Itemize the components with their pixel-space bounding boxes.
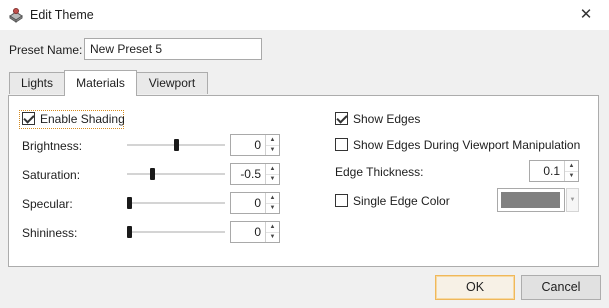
- specular-value: 0: [254, 196, 261, 210]
- edge-color-fill: [501, 192, 560, 208]
- saturation-slider-thumb[interactable]: [150, 168, 156, 180]
- specular-slider[interactable]: [127, 202, 225, 204]
- preset-name-label: Preset Name:: [9, 43, 83, 57]
- shininess-slider-thumb[interactable]: [127, 226, 132, 238]
- brightness-slider-thumb[interactable]: [173, 139, 179, 151]
- ok-button[interactable]: OK: [435, 275, 515, 300]
- theme-app-icon: [9, 8, 23, 23]
- specular-spinner[interactable]: 0 ▲ ▼: [230, 192, 280, 214]
- shininess-spinner[interactable]: 0 ▲ ▼: [230, 221, 280, 243]
- spin-down-icon[interactable]: ▼: [266, 232, 279, 242]
- edge-thickness-label: Edge Thickness:: [335, 165, 424, 179]
- enable-shading-checkbox[interactable]: [22, 112, 35, 125]
- saturation-spinner[interactable]: -0.5 ▲ ▼: [230, 163, 280, 185]
- close-button[interactable]: ✕: [563, 0, 609, 30]
- shininess-value: 0: [254, 225, 261, 239]
- close-icon: ✕: [579, 6, 593, 23]
- shininess-slider[interactable]: [127, 231, 225, 233]
- show-edges-manipulation-checkbox[interactable]: [335, 138, 348, 151]
- brightness-label: Brightness:: [22, 139, 83, 153]
- single-edge-color-label: Single Edge Color: [353, 194, 450, 208]
- spin-down-icon[interactable]: ▼: [565, 171, 578, 181]
- show-edges-checkbox[interactable]: [335, 112, 348, 125]
- tab-lights[interactable]: Lights: [9, 72, 65, 94]
- tab-lights-label: Lights: [20, 76, 54, 90]
- specular-label: Specular:: [22, 197, 73, 211]
- tab-viewport[interactable]: Viewport: [136, 72, 208, 94]
- cancel-button[interactable]: Cancel: [521, 275, 601, 300]
- tab-viewport-label: Viewport: [148, 76, 196, 90]
- color-dropdown-button[interactable]: ▼: [566, 188, 579, 212]
- edge-color-picker[interactable]: [497, 188, 565, 212]
- saturation-value: -0.5: [240, 167, 261, 181]
- show-edges-manipulation-label: Show Edges During Viewport Manipulation: [353, 138, 581, 152]
- brightness-value: 0: [254, 138, 261, 152]
- shininess-label: Shininess:: [22, 226, 78, 240]
- preset-name-input[interactable]: New Preset 5: [84, 38, 262, 60]
- title-bar: Edit Theme ✕: [0, 0, 609, 30]
- spin-down-icon[interactable]: ▼: [266, 174, 279, 184]
- single-edge-color-checkbox[interactable]: [335, 194, 348, 207]
- edge-thickness-spinner[interactable]: 0.1 ▲ ▼: [529, 160, 579, 182]
- tab-materials[interactable]: Materials: [64, 70, 137, 96]
- show-edges-label: Show Edges: [353, 112, 421, 126]
- window-title: Edit Theme: [30, 8, 94, 22]
- edge-thickness-value: 0.1: [543, 164, 560, 178]
- spin-down-icon[interactable]: ▼: [266, 145, 279, 155]
- enable-shading-label: Enable Shading: [40, 112, 125, 126]
- tab-materials-label: Materials: [76, 76, 125, 90]
- chevron-down-icon: ▼: [569, 197, 576, 203]
- saturation-slider[interactable]: [127, 173, 225, 175]
- specular-slider-thumb[interactable]: [127, 197, 132, 209]
- saturation-label: Saturation:: [22, 168, 81, 182]
- spin-down-icon[interactable]: ▼: [266, 203, 279, 213]
- brightness-spinner[interactable]: 0 ▲ ▼: [230, 134, 280, 156]
